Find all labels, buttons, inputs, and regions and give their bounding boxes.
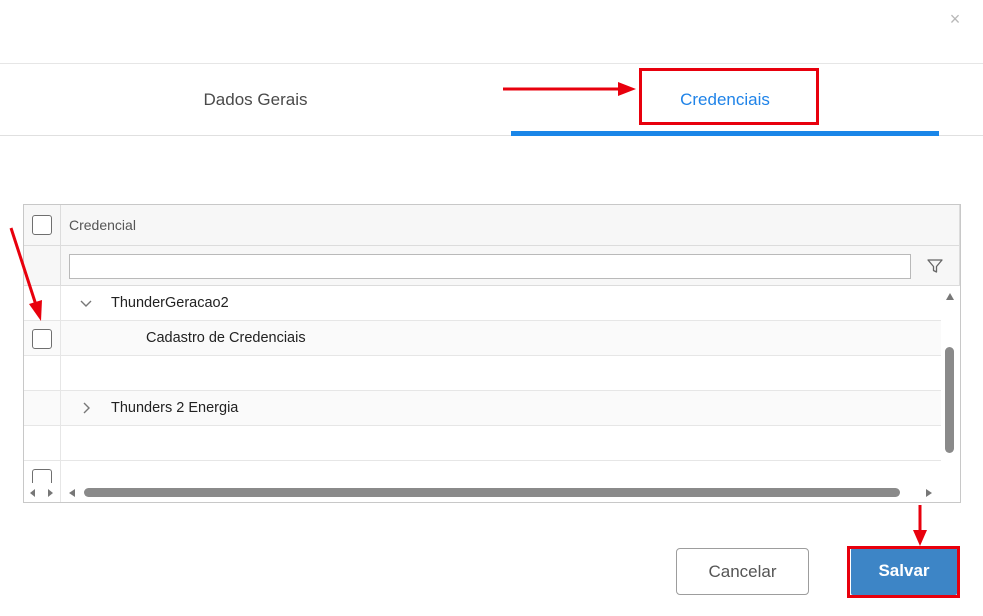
active-tab-indicator — [511, 131, 939, 136]
row-select-cell — [24, 286, 61, 321]
row-select-cell — [24, 391, 61, 426]
row-label: ThunderGeracao2 — [111, 295, 229, 311]
filter-icon[interactable] — [926, 257, 944, 275]
scroll-left-small-icon[interactable] — [30, 489, 35, 497]
table-row[interactable] — [24, 426, 941, 461]
filter-row — [24, 246, 960, 286]
scroll-right-small-icon[interactable] — [48, 489, 53, 497]
row-label: Cadastro de Credenciais — [146, 330, 306, 346]
chevron-right-icon[interactable] — [76, 391, 96, 425]
filter-input[interactable] — [69, 254, 911, 279]
scroll-left-icon[interactable] — [69, 489, 75, 497]
credentials-grid: Credencial ThunderGeracao2 Cadastro de C… — [23, 204, 961, 503]
grid-body: ThunderGeracao2 Cadastro de Credenciais … — [24, 286, 941, 461]
row-select-cell — [24, 426, 61, 461]
row-checkbox[interactable] — [32, 329, 52, 349]
horizontal-scroll-thumb[interactable] — [84, 488, 900, 497]
dialog: × Dados Gerais Credenciais Credencial Th… — [0, 0, 983, 616]
table-row[interactable] — [24, 356, 941, 391]
scroll-right-icon[interactable] — [926, 489, 932, 497]
cancel-button[interactable]: Cancelar — [676, 548, 809, 595]
table-row[interactable]: Cadastro de Credenciais — [24, 321, 941, 356]
select-all-cell — [24, 205, 61, 286]
grid-footer — [24, 461, 960, 502]
tab-bar: Dados Gerais Credenciais — [0, 63, 983, 136]
footer-select-cell — [24, 461, 61, 502]
table-row[interactable]: Thunders 2 Energia — [24, 391, 941, 426]
partial-checkbox[interactable] — [32, 469, 52, 483]
arrow-to-save-button — [913, 505, 927, 546]
row-select-cell — [24, 321, 61, 356]
grid-header: Credencial — [24, 205, 960, 246]
chevron-down-icon[interactable] — [76, 286, 96, 320]
credenciais-highlight-box — [639, 68, 819, 125]
vertical-scrollbar[interactable] — [941, 286, 960, 477]
row-select-cell — [24, 356, 61, 391]
table-row[interactable]: ThunderGeracao2 — [24, 286, 941, 321]
tab-dados-gerais[interactable]: Dados Gerais — [0, 64, 511, 136]
column-header-credencial[interactable]: Credencial — [69, 205, 136, 246]
vertical-scroll-thumb[interactable] — [945, 347, 954, 453]
select-all-checkbox[interactable] — [32, 215, 52, 235]
row-label: Thunders 2 Energia — [111, 400, 239, 416]
scroll-up-icon[interactable] — [946, 293, 954, 300]
header-divider — [959, 205, 960, 286]
save-highlight-box — [847, 546, 960, 598]
close-icon[interactable]: × — [945, 8, 965, 30]
